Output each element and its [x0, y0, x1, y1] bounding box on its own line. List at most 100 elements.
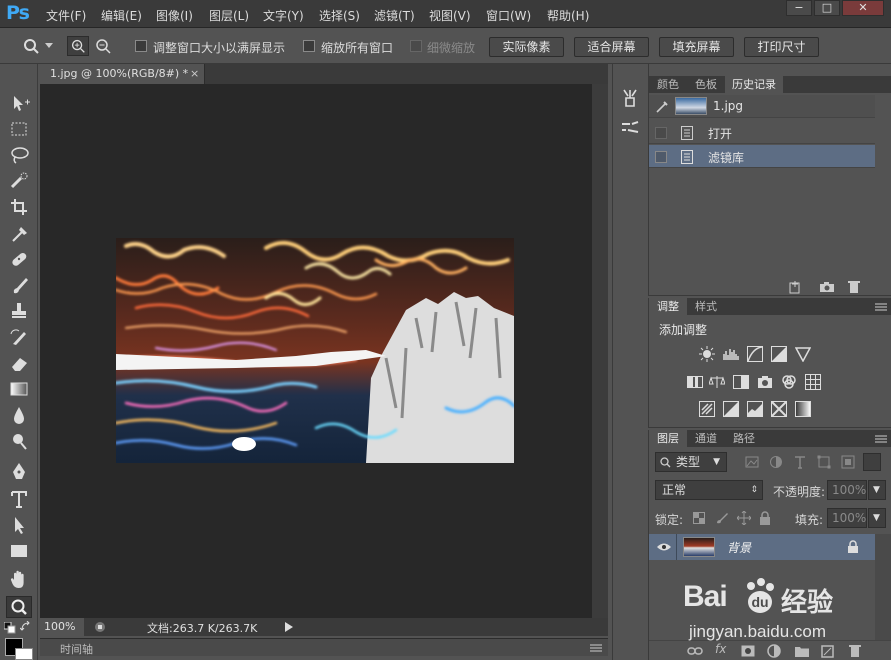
opacity-input[interactable]: 100% — [827, 480, 867, 500]
clone-stamp-tool-icon[interactable] — [6, 300, 32, 322]
history-brush-tool-icon[interactable] — [6, 326, 32, 348]
close-tab-icon[interactable]: × — [190, 64, 199, 84]
new-document-from-state-icon[interactable] — [789, 280, 805, 294]
tool-presets-icon[interactable] — [620, 88, 640, 108]
brush-presets-icon[interactable] — [620, 118, 640, 138]
tab-paths[interactable]: 路径 — [725, 430, 763, 447]
layers-scrollbar[interactable] — [875, 534, 891, 640]
quick-selection-tool-icon[interactable] — [6, 170, 32, 192]
panel-menu-icon[interactable] — [590, 644, 602, 652]
menu-file[interactable]: 文件(F) — [46, 7, 86, 24]
color-balance-icon[interactable] — [709, 374, 725, 390]
zoom-tool-icon[interactable] — [6, 596, 32, 618]
vertical-scrollbar[interactable] — [592, 84, 608, 618]
default-colors-icon[interactable] — [4, 622, 16, 634]
exposure-icon[interactable] — [771, 346, 787, 362]
layer-filter-kind[interactable]: 类型 ▼ — [655, 452, 727, 472]
lock-all-icon[interactable] — [759, 511, 771, 525]
zoom-tool-preset-icon[interactable] — [22, 37, 42, 55]
timeline-label[interactable]: 时间轴 — [60, 641, 93, 657]
menu-filter[interactable]: 滤镜(T) — [374, 7, 415, 24]
fit-screen-button[interactable]: 适合屏幕 — [574, 37, 649, 57]
canvas-area[interactable] — [40, 84, 592, 618]
history-state-row-selected[interactable]: 滤镜库 — [649, 145, 875, 168]
fill-dropdown-icon[interactable]: ▼ — [868, 508, 886, 528]
filter-pixel-icon[interactable] — [745, 455, 759, 469]
eraser-tool-icon[interactable] — [6, 352, 32, 374]
gradient-map-icon[interactable] — [795, 401, 811, 417]
menu-window[interactable]: 窗口(W) — [486, 7, 531, 24]
dodge-tool-icon[interactable] — [6, 430, 32, 452]
filter-smart-object-icon[interactable] — [841, 455, 855, 469]
invert-icon[interactable] — [699, 401, 715, 417]
eye-visibility-icon[interactable] — [657, 542, 671, 552]
tab-channels[interactable]: 通道 — [687, 430, 725, 447]
filter-shape-icon[interactable] — [817, 455, 831, 469]
background-color-swatch[interactable] — [15, 648, 33, 660]
trash-icon[interactable] — [847, 280, 861, 294]
layer-name[interactable]: 背景 — [727, 539, 751, 556]
tab-history[interactable]: 历史记录 — [725, 76, 783, 93]
menu-layer[interactable]: 图层(L) — [209, 7, 249, 24]
menu-image[interactable]: 图像(I) — [156, 7, 193, 24]
lock-transparent-pixels-icon[interactable] — [693, 512, 705, 524]
minimize-button[interactable]: − — [786, 0, 812, 16]
tab-layers[interactable]: 图层 — [649, 430, 687, 447]
blend-mode-select[interactable]: 正常 ⇕ — [655, 480, 763, 500]
lock-position-icon[interactable] — [737, 511, 751, 525]
status-info-icon[interactable] — [94, 621, 106, 633]
menu-type[interactable]: 文字(Y) — [263, 7, 304, 24]
opacity-dropdown-icon[interactable]: ▼ — [868, 480, 886, 500]
tab-swatches[interactable]: 色板 — [687, 76, 725, 93]
eyedropper-tool-icon[interactable] — [6, 222, 32, 244]
fill-input[interactable]: 100% — [827, 508, 867, 528]
threshold-icon[interactable] — [747, 401, 763, 417]
fill-screen-button[interactable]: 填充屏幕 — [659, 37, 734, 57]
vibrance-icon[interactable] — [795, 346, 811, 362]
menu-select[interactable]: 选择(S) — [319, 7, 360, 24]
hand-tool-icon[interactable] — [6, 568, 32, 590]
gradient-tool-icon[interactable] — [6, 378, 32, 400]
hue-saturation-icon[interactable] — [687, 374, 703, 390]
panel-menu-icon[interactable] — [875, 435, 887, 443]
zoom-level-field[interactable]: 100% — [40, 618, 84, 636]
posterize-icon[interactable] — [723, 401, 739, 417]
filter-type-icon[interactable] — [793, 455, 807, 469]
zoom-in-icon[interactable] — [67, 36, 89, 56]
document-tab[interactable]: 1.jpg @ 100%(RGB/8#) * × — [40, 64, 205, 84]
channel-mixer-icon[interactable] — [781, 374, 797, 390]
filter-adjustment-icon[interactable] — [769, 455, 783, 469]
blur-tool-icon[interactable] — [6, 404, 32, 426]
history-state-checkbox[interactable] — [655, 127, 667, 139]
history-state-row[interactable]: 打开 — [649, 121, 875, 144]
zoom-out-icon[interactable] — [92, 36, 114, 56]
lasso-tool-icon[interactable] — [6, 144, 32, 166]
color-lookup-icon[interactable] — [805, 374, 821, 390]
crop-tool-icon[interactable] — [6, 196, 32, 218]
curves-icon[interactable] — [747, 346, 763, 362]
panel-menu-icon[interactable] — [875, 303, 887, 311]
photo-filter-icon[interactable] — [757, 374, 773, 390]
chevron-down-icon[interactable] — [45, 43, 53, 49]
resize-windows-checkbox[interactable] — [135, 40, 147, 52]
swap-colors-icon[interactable] — [20, 621, 33, 633]
healing-brush-tool-icon[interactable] — [6, 248, 32, 270]
history-snapshot[interactable]: 1.jpg — [649, 95, 875, 118]
menu-help[interactable]: 帮助(H) — [547, 7, 589, 24]
menu-view[interactable]: 视图(V) — [429, 7, 471, 24]
menu-edit[interactable]: 编辑(E) — [101, 7, 142, 24]
black-white-icon[interactable] — [733, 374, 749, 390]
tab-styles[interactable]: 样式 — [687, 298, 725, 315]
zoom-all-windows-checkbox[interactable] — [303, 40, 315, 52]
path-selection-tool-icon[interactable] — [6, 514, 32, 536]
move-tool-icon[interactable] — [6, 92, 32, 114]
camera-icon[interactable] — [819, 281, 835, 293]
document-image[interactable] — [116, 238, 514, 463]
filter-toggle-switch[interactable] — [863, 453, 881, 471]
selective-color-icon[interactable] — [771, 401, 787, 417]
layer-row-background[interactable]: 背景 — [649, 534, 875, 560]
status-menu-arrow-icon[interactable] — [285, 622, 293, 632]
rectangle-tool-icon[interactable] — [6, 540, 32, 562]
tab-adjustments[interactable]: 调整 — [649, 298, 687, 315]
print-size-button[interactable]: 打印尺寸 — [744, 37, 819, 57]
